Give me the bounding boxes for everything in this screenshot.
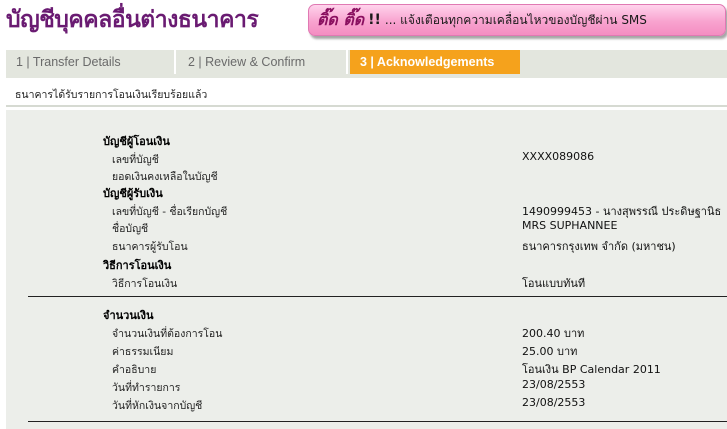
- tab-review-confirm[interactable]: 2 | Review & Confirm: [178, 50, 348, 74]
- debit-date-label: วันที่หักเงินจากบัญชี: [112, 400, 203, 412]
- transfer-method-label: วิธีการโอนเงิน: [112, 278, 178, 290]
- debit-date-value: 23/08/2553: [522, 396, 586, 409]
- section-separator: [28, 421, 727, 422]
- amount-value: 200.40 บาท: [522, 327, 585, 340]
- amount-label: จำนวนเงินที่ต้องการโอน: [112, 328, 223, 340]
- description-label: คำอธิบาย: [112, 364, 157, 376]
- to-account-name-label: ชื่อบัญชี: [112, 223, 149, 235]
- section-heading-method: วิธีการโอนเงิน: [103, 259, 172, 272]
- to-bank-label: ธนาคารผู้รับโอน: [112, 241, 188, 253]
- sms-brand-logo: ติ๊ด ติ๊ด: [317, 9, 365, 29]
- transfer-method-value: โอนแบบทันที: [522, 277, 586, 290]
- section-heading-amount: จำนวนเงิน: [103, 309, 154, 322]
- from-balance-label: ยอดเงินคงเหลือในบัญชี: [112, 171, 218, 183]
- page-title: บัญชีบุคคลอื่นต่างธนาคาร: [6, 7, 259, 33]
- from-account-number-label: เลขที่บัญชี: [112, 154, 159, 166]
- step-tabs: 1 | Transfer Details 2 | Review & Confir…: [6, 50, 727, 74]
- tab-underline: [6, 74, 727, 78]
- sms-banner-text: ... แจ้งเตือนทุกความเคลื่อนไหวของบัญชีผ่…: [384, 12, 647, 27]
- from-account-number-value: XXXX089086: [522, 150, 595, 163]
- section-separator: [28, 296, 727, 297]
- sms-alert-banner[interactable]: ติ๊ด ติ๊ด !! ... แจ้งเตือนทุกความเคลื่อน…: [308, 4, 726, 36]
- fee-label: ค่าธรรมเนียม: [112, 346, 174, 358]
- description-value: โอนเงิน BP Calendar 2011: [522, 363, 661, 376]
- section-heading-to-account: บัญชีผู้รับเงิน: [103, 187, 163, 200]
- fee-value: 25.00 บาท: [522, 345, 578, 358]
- tab-transfer-details[interactable]: 1 | Transfer Details: [6, 50, 176, 74]
- transaction-date-label: วันที่ทำรายการ: [112, 382, 181, 394]
- to-bank-value: ธนาคารกรุงเทพ จำกัด (มหาชน): [522, 240, 676, 253]
- section-heading-from-account: บัญชีผู้โอนเงิน: [103, 135, 170, 148]
- to-account-number-label: เลขที่บัญชี - ชื่อเรียกบัญชี: [112, 206, 228, 218]
- to-account-number-value: 1490999453 - นางสุพรรณี ประดิษฐานิธ: [522, 205, 722, 218]
- transaction-date-value: 23/08/2553: [522, 378, 586, 391]
- divider: [6, 105, 727, 107]
- tab-acknowledgements[interactable]: 3 | Acknowledgements: [350, 50, 520, 74]
- status-message: ธนาคารได้รับรายการโอนเงินเรียบร้อยแล้ว: [15, 89, 208, 101]
- to-account-name-value: MRS SUPHANNEE: [522, 219, 618, 232]
- sms-banner-exclaim: !!: [368, 12, 381, 28]
